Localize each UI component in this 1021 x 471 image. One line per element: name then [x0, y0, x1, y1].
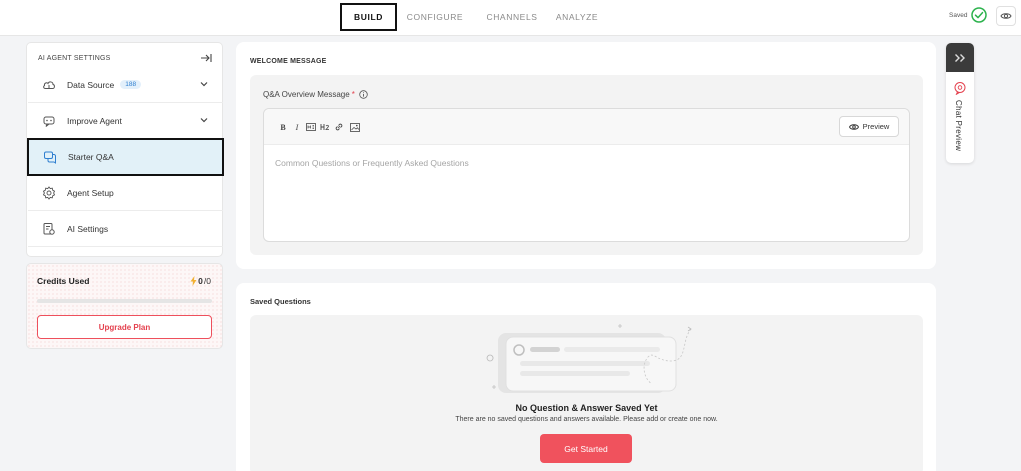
sidebar-item-improve-agent[interactable]: Improve Agent	[28, 103, 223, 139]
sidebar-item-label: Agent Setup	[67, 187, 114, 198]
bolt-icon	[190, 276, 197, 286]
required-mark: *	[351, 90, 355, 99]
tab-configure[interactable]: CONFIGURE	[397, 3, 473, 31]
database-icon	[41, 77, 57, 93]
editor-toolbar: B I Preview	[264, 109, 909, 145]
chat-preview-tab[interactable]: Chat Preview	[946, 43, 974, 163]
upgrade-plan-button[interactable]: Upgrade Plan	[37, 315, 212, 339]
main-tabs: BUILD CONFIGURE CHANNELS ANALYZE	[340, 3, 603, 31]
chevron-down-icon[interactable]	[199, 115, 209, 125]
editor-placeholder: Common Questions or Frequently Asked Que…	[275, 158, 469, 168]
chat-robot-icon	[41, 113, 57, 129]
top-bar: BUILD CONFIGURE CHANNELS ANALYZE Saved	[0, 0, 1021, 36]
check-circle-icon	[971, 7, 988, 23]
eye-icon	[848, 123, 859, 130]
collapse-right-icon[interactable]	[200, 53, 212, 63]
empty-state-illustration	[486, 324, 692, 393]
chat-preview-label: Chat Preview	[954, 100, 963, 152]
field-label-text: Q&A Overview Message	[263, 90, 350, 99]
empty-state-subtitle: There are no saved questions and answers…	[455, 416, 718, 423]
section-title: Saved Questions	[250, 297, 311, 306]
link-icon[interactable]	[334, 122, 344, 132]
welcome-message-card: WELCOME MESSAGE Q&A Overview Message * B …	[236, 42, 936, 269]
sidebar-item-label: AI Settings	[67, 223, 109, 234]
sidebar-item-data-source[interactable]: Data Source 188	[28, 67, 223, 103]
chat-bubble-icon	[954, 82, 966, 95]
credits-value: 0 /0	[190, 276, 211, 286]
italic-icon[interactable]: I	[292, 122, 302, 132]
sidebar-item-agent-setup[interactable]: Agent Setup	[28, 175, 223, 211]
bold-icon[interactable]: B	[278, 122, 288, 132]
count-badge: 188	[120, 80, 142, 89]
section-title: WELCOME MESSAGE	[250, 58, 327, 65]
view-button[interactable]	[996, 6, 1016, 26]
credits-total: /0	[203, 276, 211, 286]
credits-card: Credits Used 0 /0 Upgrade Plan	[26, 263, 223, 349]
field-label: Q&A Overview Message *	[263, 90, 368, 99]
credits-used: 0	[198, 276, 203, 286]
eye-icon	[1000, 13, 1012, 19]
tab-analyze[interactable]: ANALYZE	[551, 3, 603, 31]
panel-heading: AI AGENT SETTINGS	[38, 55, 111, 62]
info-icon[interactable]	[359, 90, 368, 99]
saved-questions-card: Saved Questions No Question & Answer Sav…	[236, 283, 936, 471]
save-status: Saved	[949, 7, 988, 23]
qa-chat-icon	[42, 149, 58, 165]
sidebar-item-starter-qa[interactable]: Starter Q&A	[27, 138, 224, 176]
heading2-icon[interactable]	[320, 122, 330, 132]
image-icon[interactable]	[350, 122, 360, 132]
credits-progress-bar	[37, 299, 212, 303]
preview-button[interactable]: Preview	[839, 116, 899, 137]
gear-icon	[41, 185, 57, 201]
ai-settings-icon	[41, 221, 57, 237]
saved-questions-empty-state: No Question & Answer Saved Yet There are…	[250, 315, 923, 471]
credits-title: Credits Used	[37, 276, 90, 286]
welcome-message-panel: Q&A Overview Message * B I Preview Commo…	[250, 75, 923, 255]
sidebar-item-label: Starter Q&A	[68, 152, 114, 162]
tab-channels[interactable]: CHANNELS	[473, 3, 551, 31]
chat-preview-toggle[interactable]	[946, 43, 974, 72]
preview-label: Preview	[862, 122, 890, 131]
sidebar-item-label: Data Source	[67, 79, 115, 90]
sidebar-item-ai-settings[interactable]: AI Settings	[28, 211, 223, 247]
double-chevron-right-icon	[955, 53, 965, 62]
get-started-button[interactable]: Get Started	[540, 434, 632, 463]
sidebar-item-label: Improve Agent	[67, 115, 122, 126]
saved-label: Saved	[949, 11, 968, 19]
empty-state-title: No Question & Answer Saved Yet	[515, 403, 658, 413]
heading1-icon[interactable]	[306, 122, 316, 132]
overview-message-editor[interactable]: B I Preview Common Questions or Frequent…	[263, 108, 910, 242]
tab-build[interactable]: BUILD	[340, 3, 397, 31]
ai-agent-settings-panel: AI AGENT SETTINGS Data Source 188 Improv…	[26, 42, 224, 257]
chevron-down-icon[interactable]	[199, 79, 209, 89]
